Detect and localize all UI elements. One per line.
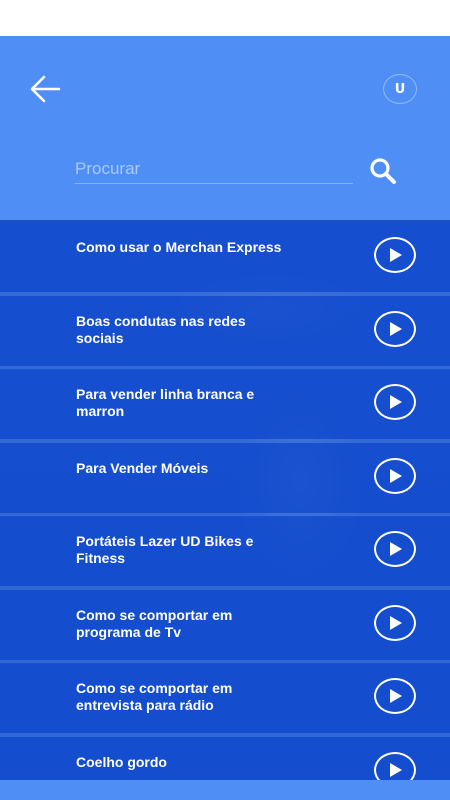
search-button[interactable] [368, 156, 398, 186]
bottom-bar [0, 780, 450, 800]
video-title: Como se comportar em entrevista para rád… [76, 680, 233, 713]
list-item[interactable]: Como se comportar em programa de Tv [0, 589, 450, 664]
list-item[interactable]: Como se comportar em entrevista para rád… [0, 663, 450, 737]
list-item[interactable]: Para vender linha branca e marron [0, 369, 450, 443]
video-title: Para Vender Móveis [76, 459, 209, 476]
play-icon [390, 468, 402, 483]
app-screen: U Como usar o Merchan Express Boas condut… [0, 36, 450, 800]
play-button[interactable] [374, 531, 416, 567]
list-item[interactable]: Como usar o Merchan Express [0, 222, 450, 296]
video-list: Como usar o Merchan Express Boas condutas… [0, 220, 450, 800]
play-icon [390, 542, 402, 556]
play-button[interactable] [374, 457, 416, 494]
search-icon [370, 158, 396, 184]
video-title: Para vender linha branca e marron [76, 386, 255, 419]
avatar[interactable]: U [383, 74, 417, 104]
play-icon [390, 689, 402, 703]
list-item[interactable]: Portáteis Lazer UD Bikes e Fitness [0, 516, 450, 590]
play-icon [390, 395, 402, 409]
search-bar [75, 154, 405, 194]
arrow-left-icon [30, 75, 61, 103]
play-button[interactable] [374, 384, 416, 420]
play-button[interactable] [374, 678, 416, 714]
list-item[interactable]: Boas condutas nas redes sociais [0, 295, 450, 370]
play-button[interactable] [374, 310, 416, 347]
play-icon [390, 762, 402, 777]
status-bar [0, 0, 450, 36]
video-title: Como usar o Merchan Express [76, 239, 282, 255]
play-button[interactable] [374, 604, 416, 641]
list-item[interactable]: Para Vender Móveis [0, 442, 450, 517]
play-icon [390, 248, 402, 262]
back-button[interactable] [28, 72, 62, 106]
play-icon [390, 321, 402, 336]
header: U [0, 36, 450, 220]
play-icon [390, 615, 402, 630]
video-title: Portáteis Lazer UD Bikes e Fitness [76, 533, 254, 566]
video-title: Coelho gordo [76, 753, 167, 770]
video-title: Como se comportar em programa de Tv [76, 606, 233, 640]
video-title: Boas condutas nas redes sociais [76, 312, 246, 346]
search-input[interactable] [75, 154, 353, 184]
play-button[interactable] [374, 237, 416, 273]
